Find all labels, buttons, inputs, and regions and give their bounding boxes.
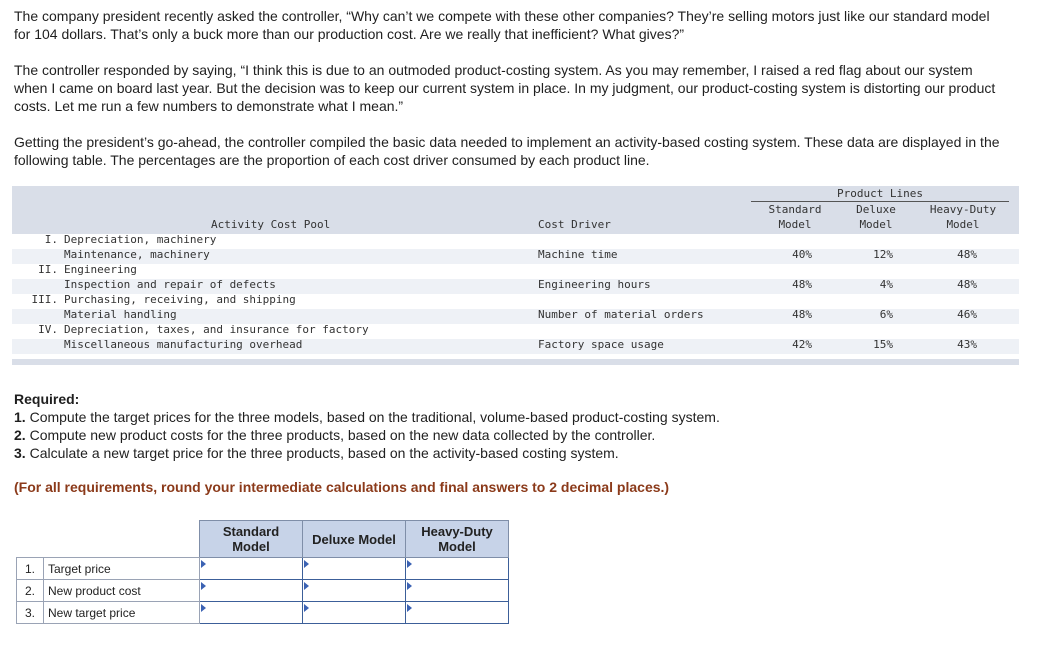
input-marker-icon	[304, 604, 309, 612]
target-price-heavy-duty-input[interactable]	[405, 557, 509, 580]
row-label-target-price: Target price	[43, 557, 200, 580]
heavy-duty-model-header-2: Model	[946, 218, 980, 231]
pool-line-1: Depreciation, machinery	[64, 233, 217, 246]
rounding-note: (For all requirements, round your interm…	[14, 479, 670, 495]
cost-driver: Engineering hours	[538, 278, 651, 291]
heavy-duty-pct: 48%	[957, 278, 977, 291]
row-number: 2.	[16, 579, 44, 602]
cost-driver: Factory space usage	[538, 338, 664, 351]
row-number: 1.	[16, 557, 44, 580]
deluxe-pct: 12%	[873, 248, 893, 261]
required-item: 1. Compute the target prices for the thr…	[14, 409, 720, 425]
heavy-duty-pct: 46%	[957, 308, 977, 321]
target-price-standard-input[interactable]	[199, 557, 303, 580]
input-marker-icon	[201, 604, 206, 612]
input-marker-icon	[304, 582, 309, 590]
pool-line-2: Miscellaneous manufacturing overhead	[64, 338, 303, 351]
deluxe-pct: 4%	[879, 278, 893, 291]
product-lines-header: Product Lines	[836, 187, 924, 200]
required-item: 2. Compute new product costs for the thr…	[14, 427, 656, 443]
heavy-duty-model-column-header: Heavy-Duty Model	[405, 520, 509, 558]
intro-paragraph-2: The controller responded by saying, “I t…	[14, 62, 996, 114]
new-target-price-standard-input[interactable]	[199, 601, 303, 624]
activity-data-table: Product Lines Activity Cost Pool Cost Dr…	[12, 186, 1019, 365]
standard-pct: 48%	[792, 308, 812, 321]
row-label-new-target-price: New target price	[43, 601, 200, 624]
cost-driver: Machine time	[538, 248, 618, 261]
pool-number: IV.	[38, 323, 58, 336]
required-section: Required: 1. Compute the target prices f…	[14, 390, 1014, 462]
cost-driver-header: Cost Driver	[538, 218, 611, 231]
new-product-cost-deluxe-input[interactable]	[302, 579, 406, 602]
pool-line-1: Depreciation, taxes, and insurance for f…	[64, 323, 369, 336]
new-product-cost-standard-input[interactable]	[199, 579, 303, 602]
input-marker-icon	[304, 560, 309, 568]
pool-line-2: Material handling	[64, 308, 177, 321]
input-marker-icon	[201, 560, 206, 568]
answer-table: Standard Model Deluxe Model Heavy-Duty Mod…	[16, 520, 509, 624]
standard-model-header-1: Standard	[768, 203, 822, 216]
pool-line-2: Inspection and repair of defects	[64, 278, 276, 291]
standard-model-header-2: Model	[778, 218, 812, 231]
heavy-duty-model-header-1: Heavy-Duty	[929, 203, 997, 216]
new-product-cost-heavy-duty-input[interactable]	[405, 579, 509, 602]
answer-table-corner	[16, 520, 200, 558]
required-item: 3. Calculate a new target price for the …	[14, 445, 619, 461]
pool-line-1: Engineering	[64, 263, 137, 276]
deluxe-pct: 15%	[873, 338, 893, 351]
standard-pct: 40%	[792, 248, 812, 261]
intro-paragraph-1: The company president recently asked the…	[14, 8, 990, 42]
product-lines-rule	[751, 201, 1009, 202]
standard-pct: 42%	[792, 338, 812, 351]
cost-driver: Number of material orders	[538, 308, 704, 321]
activity-cost-pool-header: Activity Cost Pool	[211, 218, 331, 231]
pool-number: II.	[38, 263, 58, 276]
target-price-deluxe-input[interactable]	[302, 557, 406, 580]
table-footer-band	[12, 359, 1019, 365]
new-target-price-heavy-duty-input[interactable]	[405, 601, 509, 624]
pool-line-1: Purchasing, receiving, and shipping	[64, 293, 296, 306]
input-marker-icon	[407, 560, 412, 568]
standard-pct: 48%	[792, 278, 812, 291]
deluxe-model-header-1: Deluxe	[856, 203, 896, 216]
pool-number: I.	[44, 233, 58, 246]
deluxe-model-column-header: Deluxe Model	[302, 520, 406, 558]
deluxe-model-header-2: Model	[859, 218, 893, 231]
intro-paragraph-3: Getting the president’s go-ahead, the co…	[14, 134, 1000, 168]
required-heading: Required:	[14, 391, 80, 407]
pool-number: III.	[31, 293, 59, 306]
heavy-duty-pct: 48%	[957, 248, 977, 261]
new-target-price-deluxe-input[interactable]	[302, 601, 406, 624]
heavy-duty-pct: 43%	[957, 338, 977, 351]
pool-line-2: Maintenance, machinery	[64, 248, 210, 261]
standard-model-column-header: Standard Model	[199, 520, 303, 558]
deluxe-pct: 6%	[879, 308, 893, 321]
row-label-new-product-cost: New product cost	[43, 579, 200, 602]
input-marker-icon	[407, 604, 412, 612]
input-marker-icon	[201, 582, 206, 590]
row-number: 3.	[16, 601, 44, 624]
input-marker-icon	[407, 582, 412, 590]
